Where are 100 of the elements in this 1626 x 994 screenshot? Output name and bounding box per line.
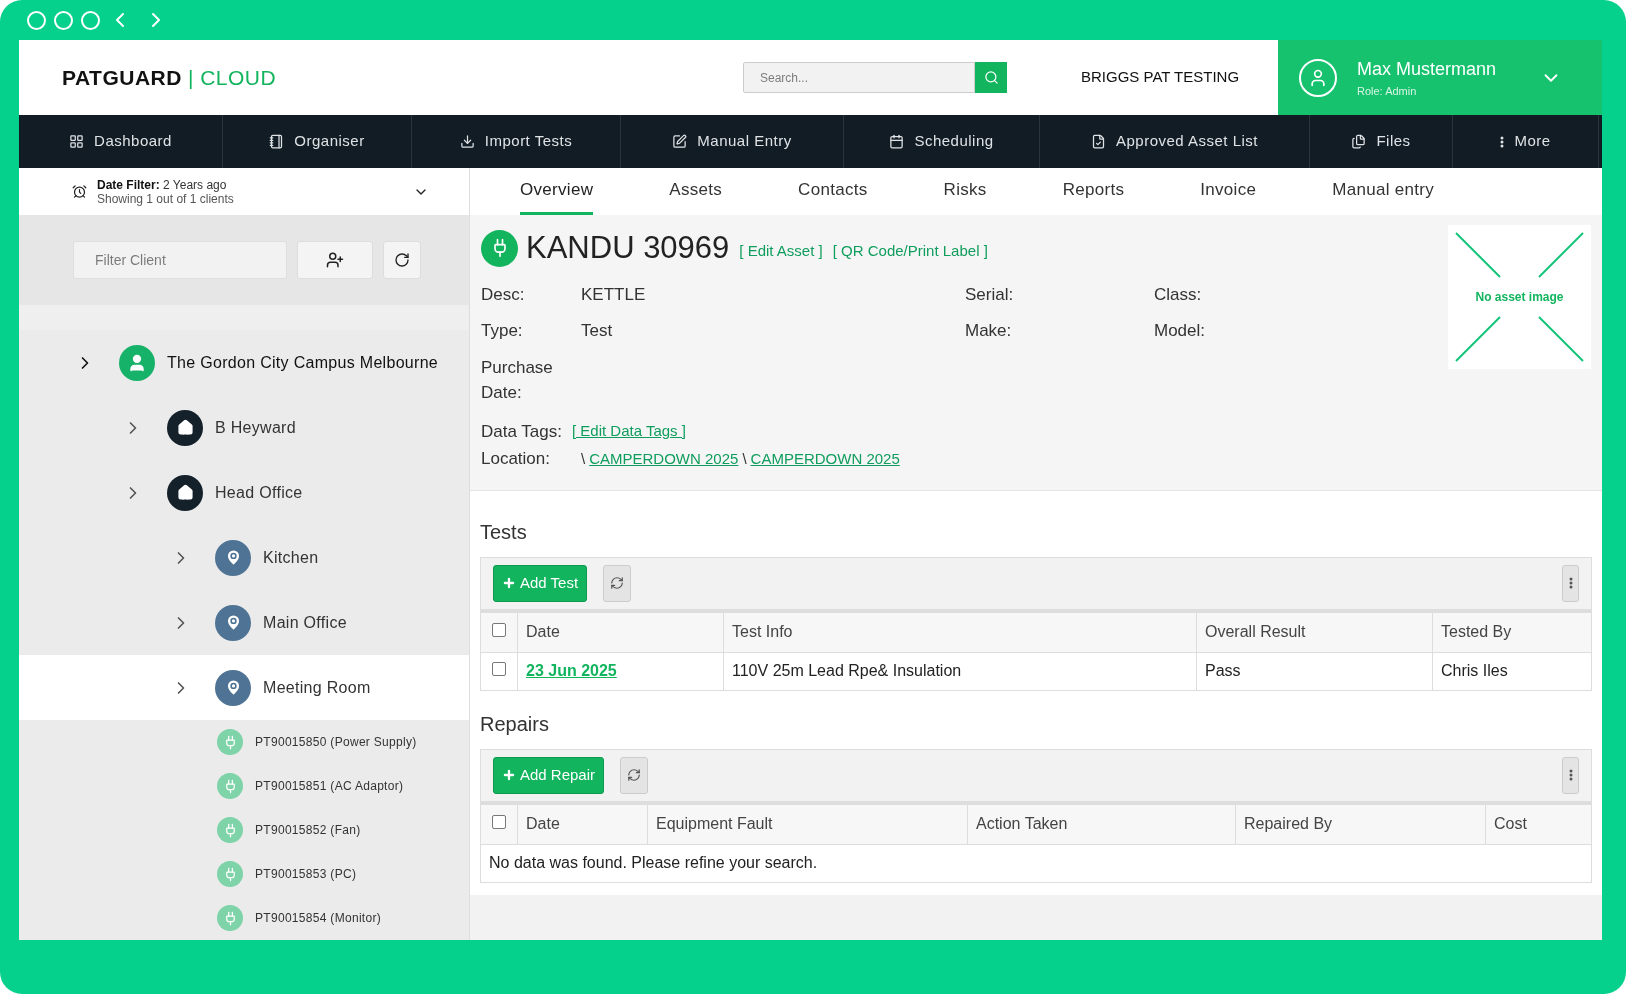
more-icon bbox=[1568, 577, 1573, 589]
search-field[interactable]: Search... bbox=[743, 62, 975, 93]
field-label: Serial: bbox=[965, 283, 1014, 306]
checkbox[interactable] bbox=[492, 815, 506, 829]
tab[interactable]: Reports bbox=[1062, 173, 1125, 215]
tree-item[interactable]: PT90015850 (Power Supply) bbox=[19, 720, 469, 764]
column-header[interactable]: Cost bbox=[1494, 815, 1527, 832]
column-header[interactable]: Action Taken bbox=[976, 815, 1068, 832]
tree-label: Main Office bbox=[263, 612, 347, 633]
column-header[interactable]: Date bbox=[526, 623, 560, 640]
calendar-icon bbox=[889, 134, 905, 149]
map-pin-icon bbox=[215, 539, 251, 576]
house-icon bbox=[167, 474, 203, 511]
checkbox[interactable] bbox=[492, 662, 506, 676]
alarm-clock-icon bbox=[72, 184, 87, 199]
field-label: Purchase Date: bbox=[481, 356, 554, 404]
path-separator: \ bbox=[742, 448, 747, 469]
plug-icon bbox=[217, 905, 243, 931]
field-label: Desc: bbox=[481, 283, 526, 306]
tree-item[interactable]: Main Office bbox=[19, 590, 469, 655]
table-cell: 110V 25m Lead Rpe& Insulation bbox=[732, 662, 962, 679]
tree-label: PT90015853 (PC) bbox=[255, 866, 357, 883]
field-label: Type: bbox=[481, 320, 524, 342]
more-icon bbox=[1568, 769, 1573, 781]
tree-item[interactable]: PT90015853 (PC) bbox=[19, 852, 469, 896]
column-header[interactable]: Repaired By bbox=[1244, 815, 1333, 832]
plus-icon bbox=[502, 576, 516, 590]
tree-item[interactable]: B Heyward bbox=[19, 395, 469, 460]
pen-square-icon bbox=[672, 134, 688, 149]
empty-message: No data was found. Please refine your search. bbox=[489, 854, 818, 871]
files-icon bbox=[1351, 134, 1367, 149]
notebook-icon bbox=[269, 134, 285, 149]
plug-icon bbox=[217, 817, 243, 843]
plug-icon bbox=[217, 861, 243, 887]
no-image-text: No asset image bbox=[1475, 289, 1564, 306]
refresh-button[interactable] bbox=[383, 241, 421, 279]
refresh-button[interactable] bbox=[603, 564, 632, 602]
tree-label: Kitchen bbox=[263, 547, 319, 568]
column-header[interactable]: Tested By bbox=[1441, 623, 1512, 640]
tree-label: PT90015851 (AC Adaptor) bbox=[255, 778, 404, 795]
tab[interactable]: Invoice bbox=[1200, 173, 1257, 215]
file-check-icon bbox=[1090, 134, 1106, 149]
tab[interactable]: Manual entry bbox=[1332, 173, 1435, 215]
date-filter-label: Date Filter: bbox=[97, 177, 160, 192]
field-label: Data Tags: bbox=[481, 420, 562, 443]
field-label: Model: bbox=[1154, 320, 1206, 342]
map-pin-icon bbox=[215, 604, 251, 641]
column-header[interactable]: Test Info bbox=[732, 623, 793, 640]
search-button[interactable] bbox=[975, 62, 1007, 93]
refresh-button[interactable] bbox=[620, 756, 649, 794]
field-label: Location: bbox=[481, 448, 551, 470]
tree-item[interactable]: PT90015851 (AC Adaptor) bbox=[19, 764, 469, 808]
more-icon bbox=[1500, 135, 1505, 148]
person-icon bbox=[119, 344, 155, 381]
refresh-icon bbox=[627, 768, 642, 782]
checkbox[interactable] bbox=[492, 623, 506, 637]
date-filter-value: 2 Years ago bbox=[163, 177, 227, 192]
tree-item[interactable]: The Gordon City Campus Melbourne bbox=[19, 330, 469, 395]
date-filter[interactable]: Date Filter: 2 Years ago Showing 1 out of 1 clients bbox=[19, 168, 469, 215]
grid-icon bbox=[69, 134, 85, 149]
column-header[interactable]: Equipment Fault bbox=[656, 815, 773, 832]
plug-icon bbox=[481, 229, 518, 267]
tree-label: PT90015852 (Fan) bbox=[255, 822, 361, 839]
download-icon bbox=[459, 134, 475, 149]
add-client-button[interactable] bbox=[297, 241, 373, 279]
tab[interactable]: Contacts bbox=[798, 173, 868, 215]
tree-label: The Gordon City Campus Melbourne bbox=[167, 352, 439, 373]
refresh-icon bbox=[394, 252, 410, 268]
tree-item[interactable]: Kitchen bbox=[19, 525, 469, 590]
section-title: Tests bbox=[480, 519, 528, 545]
tree-label: PT90015850 (Power Supply) bbox=[255, 734, 417, 751]
tab[interactable]: Risks bbox=[943, 173, 987, 215]
field-value: Test bbox=[581, 320, 613, 342]
section-title: Repairs bbox=[480, 711, 550, 737]
plug-icon bbox=[217, 773, 243, 799]
tree-label: Meeting Room bbox=[263, 677, 371, 698]
tab[interactable]: Assets bbox=[669, 173, 723, 215]
path-separator: \ bbox=[581, 448, 586, 469]
field-label: Make: bbox=[965, 320, 1012, 342]
refresh-icon bbox=[610, 576, 625, 590]
field-value: KETTLE bbox=[581, 283, 646, 306]
column-header[interactable]: Overall Result bbox=[1205, 623, 1306, 640]
tree-item[interactable]: Head Office bbox=[19, 460, 469, 525]
tree-item[interactable]: Meeting Room bbox=[19, 655, 469, 720]
tree-item[interactable]: PT90015852 (Fan) bbox=[19, 808, 469, 852]
plug-icon bbox=[217, 729, 243, 755]
filter-client-field[interactable]: Filter Client bbox=[73, 241, 287, 279]
table-cell: Pass bbox=[1205, 662, 1241, 679]
asset-title: KANDU 30969 bbox=[526, 229, 730, 267]
tree-item[interactable]: PT90015854 (Monitor) bbox=[19, 896, 469, 940]
user-avatar-icon bbox=[1299, 58, 1337, 97]
search-icon bbox=[983, 70, 999, 85]
user-name: Max Mustermann bbox=[1357, 57, 1498, 81]
column-header[interactable]: Date bbox=[526, 815, 560, 832]
company-name: BRIGGS PAT TESTING bbox=[1081, 67, 1241, 88]
add-user-icon bbox=[326, 251, 344, 269]
table-cell: Chris Iles bbox=[1441, 662, 1508, 679]
brand-product: | CLOUD bbox=[187, 64, 277, 91]
tree-label: Head Office bbox=[215, 482, 303, 503]
field-label: Class: bbox=[1154, 283, 1202, 306]
